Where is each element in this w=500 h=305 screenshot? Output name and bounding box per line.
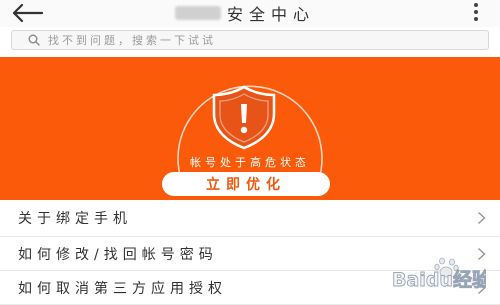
account-status-text: 帐号处于高危状态 bbox=[190, 156, 310, 169]
shield-warning-icon bbox=[212, 85, 276, 150]
faq-item-change-password[interactable]: 如何修改/找回帐号密码 bbox=[0, 237, 500, 271]
page-title: 安全中心 bbox=[227, 5, 316, 24]
faq-list: 关于绑定手机 如何修改/找回帐号密码 如何取消第三方应用授权 bbox=[0, 200, 500, 305]
page-title-area: 安全中心 bbox=[175, 2, 315, 24]
chevron-right-icon bbox=[477, 281, 486, 294]
blurred-app-name bbox=[175, 6, 221, 20]
list-item-label: 如何修改/找回帐号密码 bbox=[18, 246, 218, 263]
list-item-label: 如何取消第三方应用授权 bbox=[18, 280, 227, 297]
search-input[interactable] bbox=[48, 32, 448, 48]
faq-item-bind-phone[interactable]: 关于绑定手机 bbox=[0, 200, 500, 237]
optimize-now-button[interactable]: 立即优化 bbox=[162, 172, 330, 196]
more-icon bbox=[474, 3, 478, 21]
chevron-right-icon bbox=[477, 211, 486, 225]
search-bar[interactable] bbox=[11, 30, 489, 50]
back-button[interactable] bbox=[10, 2, 46, 24]
chevron-right-icon bbox=[477, 247, 486, 260]
more-button[interactable] bbox=[462, 2, 490, 24]
back-arrow-icon bbox=[12, 3, 44, 23]
search-icon bbox=[28, 34, 40, 46]
list-item-label: 关于绑定手机 bbox=[18, 211, 132, 227]
top-navigation-bar: 安全中心 bbox=[0, 0, 500, 27]
